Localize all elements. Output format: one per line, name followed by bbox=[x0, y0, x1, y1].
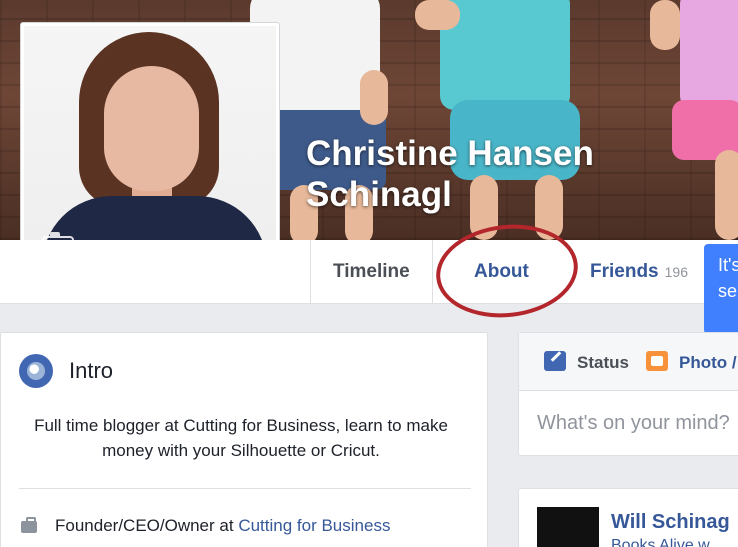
cover-child-3-arm bbox=[650, 0, 680, 50]
pencil-icon[interactable] bbox=[544, 351, 566, 371]
cover-child-2-hand bbox=[415, 0, 460, 30]
composer-photo-tab[interactable]: Photo / bbox=[679, 353, 737, 373]
tab-timeline-label: Timeline bbox=[333, 261, 410, 282]
cover-child-3-shirt bbox=[680, 0, 738, 110]
intro-title: Intro bbox=[69, 358, 114, 383]
tab-timeline[interactable]: Timeline bbox=[310, 240, 433, 304]
cover-child-3-leg bbox=[715, 150, 738, 240]
feed-post: Will Schinag Books Alive w bbox=[518, 488, 738, 547]
tooltip-popover[interactable]: It's se m bbox=[704, 244, 738, 334]
profile-name[interactable]: Christine Hansen Schinagl bbox=[306, 133, 666, 215]
post-author-avatar[interactable] bbox=[537, 507, 599, 547]
friends-count: 196 bbox=[664, 264, 688, 280]
intro-work-link[interactable]: Cutting for Business bbox=[238, 516, 390, 535]
post-subtitle[interactable]: Books Alive w bbox=[611, 537, 710, 547]
tooltip-text: It's se m bbox=[718, 255, 738, 301]
photo-icon[interactable] bbox=[646, 351, 668, 371]
globe-icon bbox=[19, 354, 53, 388]
briefcase-icon bbox=[21, 517, 37, 533]
intro-work-prefix: Founder/CEO/Owner at bbox=[55, 516, 239, 535]
composer-input[interactable]: What's on your mind? bbox=[537, 412, 730, 435]
cover-child-1-arm bbox=[360, 70, 388, 125]
post-author-name[interactable]: Will Schinag bbox=[611, 511, 730, 534]
intro-card: Intro Full time blogger at Cutting for B… bbox=[0, 332, 488, 547]
profile-photo bbox=[24, 26, 276, 274]
profile-nav-bar: Timeline About Friends 196 bbox=[0, 240, 738, 304]
composer-tabs: Status Photo / bbox=[519, 333, 738, 391]
intro-bio: Full time blogger at Cutting for Busines… bbox=[34, 416, 448, 460]
tab-friends-label: Friends bbox=[590, 261, 659, 282]
post-composer: Status Photo / What's on your mind? bbox=[518, 332, 738, 456]
intro-divider bbox=[19, 488, 471, 489]
intro-work: Founder/CEO/Owner at Cutting for Busines… bbox=[55, 516, 390, 536]
composer-status-tab[interactable]: Status bbox=[577, 353, 629, 373]
tab-friends[interactable]: Friends 196 bbox=[568, 240, 710, 304]
profile-photo-face bbox=[104, 66, 199, 191]
